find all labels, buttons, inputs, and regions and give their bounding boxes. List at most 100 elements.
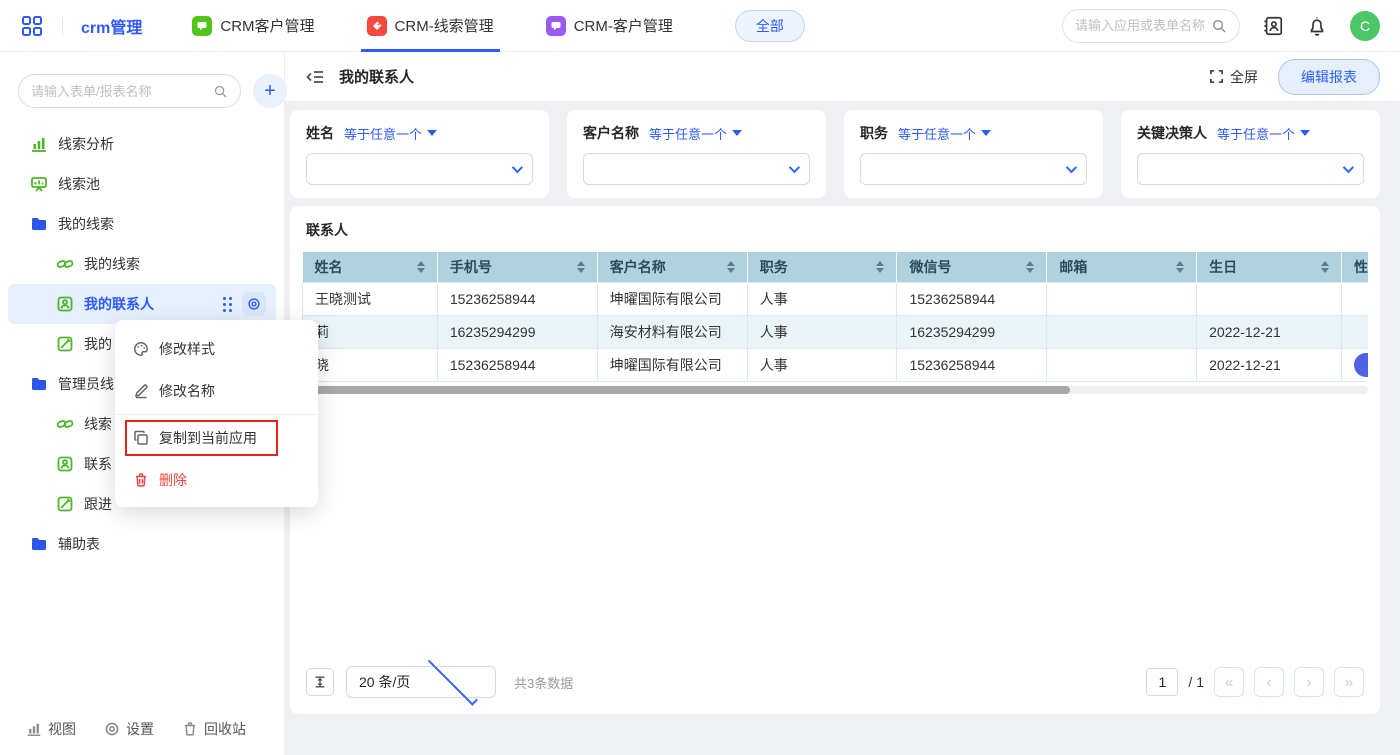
table-row[interactable]: 晓 15236258944 坤曜国际有限公司 人事 15236258944 20… [303,348,1369,381]
sidebar-item-lead-analysis[interactable]: 线索分析 [0,124,284,164]
contacts-table: 姓名 手机号 客户名称 职务 微信号 邮箱 生日 性别 [302,252,1368,382]
sort-icon[interactable] [417,261,425,273]
item-settings-gear-icon[interactable] [242,292,266,316]
filter-bar: 姓名 等于任意一个 客户名称 等于任意一个 [290,110,1380,198]
filter-value-select[interactable] [583,153,810,185]
sidebar-item-label: 我的联系人 [84,294,154,314]
menu-item-rename[interactable]: 修改名称 [115,370,318,412]
search-icon [1211,18,1227,34]
workspace-title[interactable]: crm管理 [81,14,142,38]
column-header-email[interactable]: 邮箱 [1047,252,1197,282]
sidebar-item-label: 我的线索 [84,254,140,274]
filter-field-label: 客户名称 [583,123,639,143]
tab-crm-client-mgmt[interactable]: CRM-客户管理 [546,0,673,52]
tab-crm-lead-mgmt[interactable]: CRM-线索管理 [367,0,494,52]
pencil-icon [133,383,149,399]
sidebar-item-my-contacts[interactable]: 我的联系人 [8,284,276,324]
context-menu: 修改样式 修改名称 复制到当前应用 删除 [115,320,318,507]
column-header-customer[interactable]: 客户名称 [597,252,747,282]
all-apps-button[interactable]: 全部 [735,10,805,42]
filter-value-select[interactable] [860,153,1087,185]
sidebar-folder-my-leads[interactable]: 我的线索 [0,204,284,244]
filter-operator[interactable]: 等于任意一个 [344,124,437,143]
gender-badge: 男 [1354,353,1368,377]
sidebar-folder-aux-tables[interactable]: 辅助表 [0,524,284,564]
add-form-button[interactable]: + [253,74,287,108]
column-header-name[interactable]: 姓名 [303,252,438,282]
sort-icon[interactable] [876,261,884,273]
last-page-button[interactable]: » [1334,667,1364,697]
sort-icon[interactable] [577,261,585,273]
sort-icon[interactable] [727,261,735,273]
menu-item-label: 修改名称 [159,381,215,401]
sidebar-search-input[interactable] [31,84,207,99]
edit-report-button[interactable]: 编辑报表 [1278,59,1380,95]
fullscreen-button[interactable]: 全屏 [1209,67,1258,87]
folder-icon [30,535,48,553]
form-pen-icon [56,335,74,353]
first-page-button[interactable]: « [1214,667,1244,697]
menu-item-copy-to-app[interactable]: 复制到当前应用 [115,417,318,459]
chevron-down-icon [1066,162,1077,173]
bar-chart-icon [26,721,42,737]
address-book-icon[interactable] [1262,15,1284,37]
sidebar-item-label: 管理员线 [58,374,114,394]
recycle-bin-button[interactable]: 回收站 [182,719,246,739]
sort-icon[interactable] [1176,261,1184,273]
table-row[interactable]: 莉 16235294299 海安材料有限公司 人事 16235294299 20… [303,315,1369,348]
column-header-position[interactable]: 职务 [747,252,897,282]
trash-icon [182,721,198,737]
sidebar-item-label: 我的 [84,334,112,354]
prev-page-button[interactable]: ‹ [1254,667,1284,697]
sort-icon[interactable] [1321,261,1329,273]
views-label: 视图 [48,719,76,739]
settings-button[interactable]: 设置 [104,719,154,739]
views-button[interactable]: 视图 [26,719,76,739]
caret-down-icon [981,130,991,136]
sidebar-item-my-leads[interactable]: 我的线索 [0,244,284,284]
menu-item-label: 复制到当前应用 [159,428,257,448]
filter-value-select[interactable] [1137,153,1364,185]
global-search-input[interactable] [1075,18,1205,33]
sort-icon[interactable] [1026,261,1034,273]
app-icon-purple [546,16,566,36]
chevron-down-icon [1343,162,1354,173]
fit-row-height-button[interactable] [306,668,334,696]
filter-field-label: 姓名 [306,123,334,143]
app-icon-red [367,16,387,36]
menu-item-edit-style[interactable]: 修改样式 [115,328,318,370]
page-number-input[interactable] [1146,668,1178,696]
apps-grid-icon[interactable] [20,14,44,38]
filter-field-label: 关键决策人 [1137,123,1207,143]
filter-operator[interactable]: 等于任意一个 [649,124,742,143]
column-header-gender[interactable]: 性别 [1342,252,1369,282]
pagination-bar: 20 条/页 共3条数据 / 1 « ‹ › » [302,660,1368,704]
chevron-down-icon [789,162,800,173]
filter-card-name: 姓名 等于任意一个 [290,110,549,198]
notification-bell-icon[interactable] [1306,15,1328,37]
global-search[interactable] [1062,9,1240,43]
horizontal-scrollbar[interactable] [302,386,1368,394]
tab-crm-customer-mgmt[interactable]: CRM客户管理 [192,0,314,52]
menu-item-delete[interactable]: 删除 [115,459,318,501]
page-title: 我的联系人 [339,66,414,87]
sidebar-item-lead-pool[interactable]: 线索池 [0,164,284,204]
next-page-button[interactable]: › [1294,667,1324,697]
column-header-wechat[interactable]: 微信号 [897,252,1047,282]
user-avatar[interactable]: C [1350,11,1380,41]
palette-icon [133,341,149,357]
drag-handle-icon[interactable] [223,297,232,312]
trash-icon [133,472,149,488]
scrollbar-thumb[interactable] [302,386,1070,394]
filter-operator[interactable]: 等于任意一个 [898,124,991,143]
column-header-phone[interactable]: 手机号 [437,252,597,282]
filter-operator[interactable]: 等于任意一个 [1217,124,1310,143]
sidebar: + 线索分析 线索池 我的线索 [0,52,285,755]
page-size-select[interactable]: 20 条/页 [346,666,496,698]
table-row[interactable]: 王晓测试 15236258944 坤曜国际有限公司 人事 15236258944 [303,282,1369,315]
collapse-sidebar-icon[interactable] [305,67,325,87]
sidebar-search[interactable] [18,74,241,108]
dashboard-board-icon [30,175,48,193]
filter-value-select[interactable] [306,153,533,185]
column-header-birthday[interactable]: 生日 [1197,252,1342,282]
